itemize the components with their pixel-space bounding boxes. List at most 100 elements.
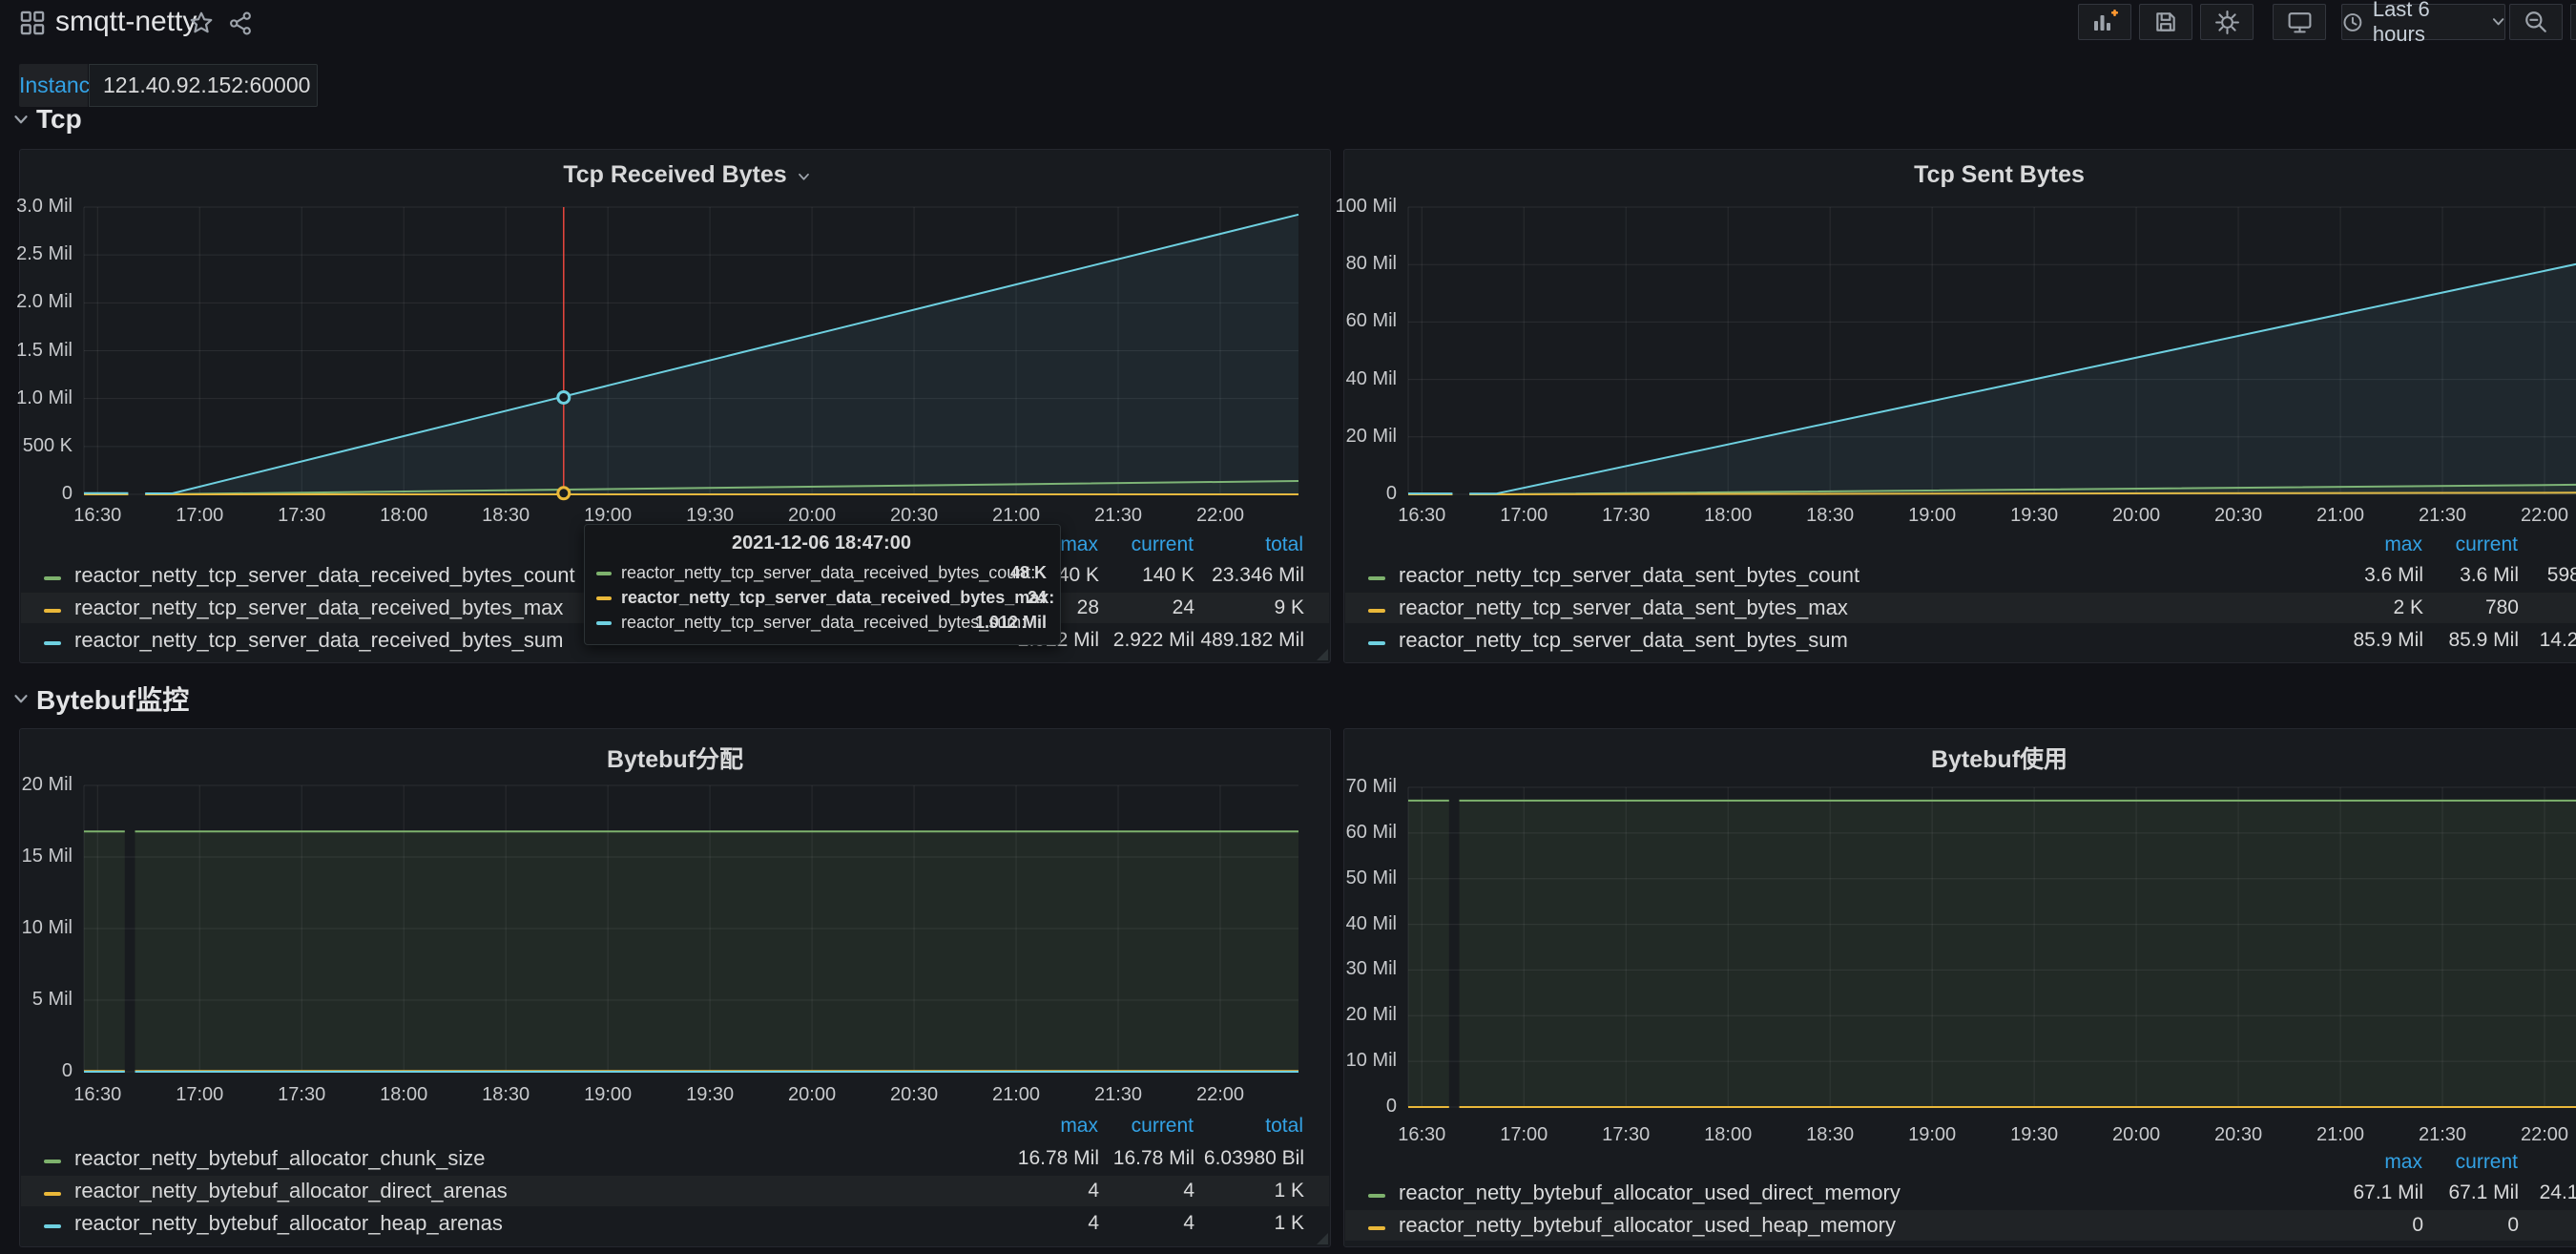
dashboard-settings-button[interactable] [2200, 4, 2254, 40]
legend-row: reactor_netty_tcp_server_data_sent_bytes… [1345, 593, 2576, 623]
series-color-dash [1368, 1194, 1385, 1198]
legend-series-name[interactable]: reactor_netty_tcp_server_data_sent_bytes… [1399, 563, 1859, 587]
row-header-tcp[interactable]: Tcp [13, 103, 82, 136]
series-color-dash [44, 641, 61, 645]
series-color-dash [1368, 609, 1385, 613]
legend-column-total[interactable]: total [1151, 1115, 1303, 1138]
legend-series-name[interactable]: reactor_netty_bytebuf_allocator_used_dir… [1399, 1181, 1901, 1204]
y-axis-label: 40 Mil [1346, 368, 1397, 390]
y-axis-label: 60 Mil [1346, 310, 1397, 332]
x-axis-label: 22:00 [2502, 1124, 2576, 1146]
chart-labels: 05 Mil10 Mil15 Mil20 Mil16:3017:0017:301… [20, 729, 1330, 1246]
x-axis-label: 21:30 [1075, 505, 1161, 527]
graph-tooltip: 2021-12-06 18:47:00 reactor_netty_tcp_se… [584, 524, 1061, 645]
x-axis-label: 18:00 [1685, 1124, 1771, 1146]
y-axis-label: 20 Mil [1346, 426, 1397, 448]
legend-series-name[interactable]: reactor_netty_tcp_server_data_received_b… [74, 596, 563, 619]
legend-row: reactor_netty_bytebuf_allocator_used_hea… [1345, 1210, 2576, 1241]
x-axis-label: 16:30 [1379, 505, 1465, 527]
legend-series-name[interactable]: reactor_netty_tcp_server_data_received_b… [74, 628, 563, 652]
grafana-dashboard: smqtt-netty [0, 0, 2576, 1254]
refresh-button[interactable] [2570, 4, 2576, 40]
x-axis-label: 17:30 [1583, 505, 1669, 527]
legend-value-total: 489.182 Mil [1152, 625, 1304, 656]
legend-series-name[interactable]: reactor_netty_bytebuf_allocator_direct_a… [74, 1179, 508, 1202]
panel-resize-handle[interactable] [1317, 649, 1328, 660]
x-axis-label: 18:30 [1787, 505, 1873, 527]
y-axis-label: 0 [62, 483, 73, 505]
panel-resize-handle[interactable] [1317, 1233, 1328, 1244]
y-axis-label: 30 Mil [1346, 958, 1397, 980]
tooltip-series-value: 24 [1028, 585, 1047, 610]
legend-column-total[interactable]: total [2475, 533, 2576, 556]
chevron-down-icon [13, 694, 29, 704]
x-axis-label: 20:00 [769, 1084, 855, 1106]
save-dashboard-button[interactable] [2139, 4, 2192, 40]
x-axis-label: 19:00 [1889, 1124, 1975, 1146]
legend-row: reactor_netty_tcp_server_data_sent_bytes… [1345, 560, 2576, 591]
y-axis-label: 10 Mil [22, 917, 73, 939]
series-color-dash [596, 621, 612, 625]
legend-value-total: 1 K [1152, 1176, 1304, 1206]
instance-dropdown[interactable]: 121.40.92.152:60000 [89, 64, 318, 107]
tooltip-series-row: reactor_netty_tcp_server_data_received_b… [596, 585, 1047, 610]
clock-icon [2342, 11, 2363, 33]
dashboard-grid-icon[interactable] [19, 10, 46, 41]
y-axis-label: 50 Mil [1346, 867, 1397, 889]
series-color-dash [44, 1160, 61, 1163]
dashboard-title[interactable]: smqtt-netty [55, 6, 197, 38]
y-axis-label: 20 Mil [22, 774, 73, 796]
tooltip-series-name: reactor_netty_tcp_server_data_received_b… [621, 588, 1054, 607]
x-axis-label: 21:00 [973, 1084, 1059, 1106]
y-axis-label: 3.0 Mil [16, 196, 73, 218]
row-header-bytebuf[interactable]: Bytebuf监控 [13, 682, 189, 715]
legend-series-name[interactable]: reactor_netty_tcp_server_data_sent_bytes… [1399, 596, 1848, 619]
x-axis-label: 21:00 [2297, 1124, 2383, 1146]
x-axis-label: 18:00 [361, 1084, 447, 1106]
y-axis-label: 80 Mil [1346, 253, 1397, 275]
x-axis-label: 16:30 [1379, 1124, 1465, 1146]
y-axis-label: 15 Mil [22, 846, 73, 867]
legend-value-total: 1 K [1152, 1208, 1304, 1239]
time-range-picker[interactable]: Last 6 hours [2341, 4, 2505, 40]
star-icon[interactable] [189, 10, 214, 40]
series-color-dash [44, 1192, 61, 1196]
chart-labels: 020 Mil40 Mil60 Mil80 Mil100 Mil16:3017:… [1344, 150, 2576, 662]
y-axis-label: 500 K [23, 435, 73, 457]
x-axis-label: 18:30 [1787, 1124, 1873, 1146]
x-axis-label: 16:30 [54, 1084, 140, 1106]
legend-value-total: 9 K [1152, 593, 1304, 623]
x-axis-label: 21:00 [2297, 505, 2383, 527]
legend-series-name[interactable]: reactor_netty_tcp_server_data_sent_bytes… [1399, 628, 1848, 652]
y-axis-label: 0 [1386, 1096, 1397, 1118]
x-axis-label: 17:30 [259, 505, 344, 527]
legend-series-name[interactable]: reactor_netty_bytebuf_allocator_chunk_si… [74, 1146, 486, 1170]
share-icon[interactable] [229, 11, 253, 40]
zoom-out-button[interactable] [2509, 4, 2563, 40]
legend-column-total[interactable]: total [2475, 1151, 2576, 1174]
legend-row: reactor_netty_bytebuf_allocator_chunk_si… [21, 1143, 1329, 1174]
legend-value-current: 780 [2366, 593, 2519, 623]
legend-column-total[interactable]: total [1151, 533, 1303, 556]
x-axis-label: 18:00 [1685, 505, 1771, 527]
legend-value-total: 6.03980 Bil [1152, 1143, 1304, 1174]
chevron-down-icon [13, 115, 29, 125]
x-axis-label: 19:00 [565, 1084, 651, 1106]
x-axis-label: 16:30 [54, 505, 140, 527]
legend-series-name[interactable]: reactor_netty_bytebuf_allocator_heap_are… [74, 1211, 503, 1235]
legend-series-name[interactable]: reactor_netty_tcp_server_data_received_b… [74, 563, 575, 587]
x-axis-label: 18:30 [463, 1084, 549, 1106]
legend-row: reactor_netty_bytebuf_allocator_used_dir… [1345, 1178, 2576, 1208]
tooltip-series-row: reactor_netty_tcp_server_data_received_b… [596, 610, 1047, 635]
legend-value-total: 598.6 Mil [2476, 560, 2576, 591]
add-panel-button[interactable] [2078, 4, 2131, 40]
x-axis-label: 19:00 [1889, 505, 1975, 527]
x-axis-label: 18:00 [361, 505, 447, 527]
series-color-dash [1368, 641, 1385, 645]
chevron-down-icon [2492, 17, 2504, 27]
time-range-label: Last 6 hours [2373, 0, 2483, 47]
legend-series-name[interactable]: reactor_netty_bytebuf_allocator_used_hea… [1399, 1213, 1896, 1237]
cycle-view-mode-button[interactable] [2273, 4, 2326, 40]
x-axis-label: 22:00 [1177, 505, 1263, 527]
top-navbar: smqtt-netty [0, 0, 2576, 46]
